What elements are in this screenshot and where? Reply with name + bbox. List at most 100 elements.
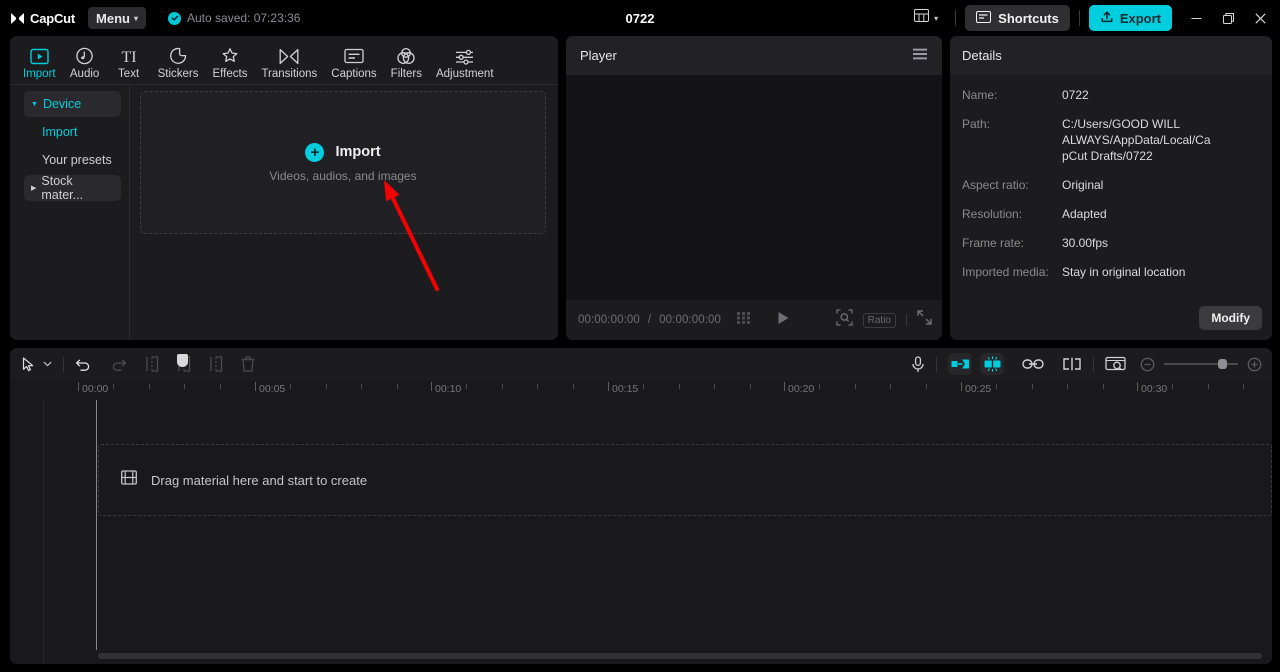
tab-import[interactable]: Import	[16, 43, 63, 84]
details-row-imported-media: Imported media: Stay in original locatio…	[962, 264, 1260, 280]
details-value: Adapted	[1062, 206, 1107, 222]
sidebar-item-import[interactable]: Import	[24, 119, 121, 145]
sidebar-item-stock-materials[interactable]: ▶ Stock mater...	[24, 175, 121, 201]
timeline-toolbar-right	[911, 353, 1262, 375]
play-button[interactable]	[777, 311, 790, 330]
chevron-down-icon: ▾	[134, 15, 138, 23]
link-icon[interactable]	[1022, 358, 1044, 370]
menu-button-label: Menu	[96, 11, 130, 26]
shortcuts-label: Shortcuts	[998, 11, 1059, 26]
details-row-path: Path: C:/Users/GOOD WILL ALWAYS/AppData/…	[962, 116, 1260, 164]
tab-transitions-label: Transitions	[261, 68, 317, 80]
captions-icon	[344, 46, 364, 66]
text-ti-icon: TI	[118, 46, 140, 66]
caret-right-icon: ▶	[31, 185, 36, 192]
hamburger-menu-icon[interactable]	[912, 47, 928, 65]
speed-ramp-icon[interactable]	[948, 353, 972, 375]
auto-snap-icon[interactable]	[980, 353, 1004, 375]
svg-text:TI: TI	[121, 49, 136, 65]
details-value: Stay in original location	[1062, 264, 1185, 280]
sidebar-item-your-presets-label: Your presets	[42, 153, 112, 167]
frame-step-icon[interactable]	[737, 311, 757, 329]
tab-effects[interactable]: Effects	[206, 43, 255, 84]
tab-captions[interactable]: Captions	[324, 43, 383, 84]
upper-workspace: Import Audio TI	[0, 36, 1280, 342]
filters-circles-icon	[396, 46, 416, 66]
tab-audio[interactable]: Audio	[63, 43, 107, 84]
ruler-minor-tick	[750, 384, 751, 389]
zoom-in-icon[interactable]	[1247, 357, 1262, 372]
maximize-button[interactable]	[1212, 3, 1244, 33]
player-total-time: 00:00:00:00	[659, 314, 721, 326]
minimize-button[interactable]	[1180, 3, 1212, 33]
panel-tabs: Import Audio TI	[10, 36, 558, 84]
preview-thumbnail-icon[interactable]	[1105, 356, 1126, 372]
tab-transitions[interactable]: Transitions	[254, 43, 324, 84]
ruler-minor-tick	[326, 384, 327, 389]
microphone-icon[interactable]	[911, 356, 925, 373]
tab-stickers[interactable]: Stickers	[151, 43, 206, 84]
player-canvas[interactable]	[566, 75, 942, 300]
ruler-minor-tick	[1103, 384, 1104, 389]
ruler-minor-tick	[819, 384, 820, 389]
menu-button[interactable]: Menu ▾	[88, 7, 146, 29]
undo-icon[interactable]	[75, 357, 92, 372]
timeline-horizontal-scrollbar[interactable]	[98, 653, 1262, 659]
timeline-tracks[interactable]: Drag material here and start to create	[10, 400, 1272, 664]
trim-right-icon	[209, 356, 223, 372]
import-dropzone[interactable]: + Import Videos, audios, and images	[140, 91, 546, 234]
zoom-preview-icon[interactable]	[836, 309, 853, 331]
layout-button[interactable]: ▾	[906, 5, 946, 31]
ruler-label: 00:15	[612, 383, 638, 395]
zoom-slider-handle[interactable]	[1218, 359, 1227, 369]
select-cursor-icon[interactable]	[22, 357, 35, 372]
ruler-minor-tick	[184, 384, 185, 389]
details-row-name: Name: 0722	[962, 87, 1260, 103]
ruler-major-tick	[431, 382, 432, 391]
ruler-minor-tick	[537, 384, 538, 389]
check-circle-icon	[168, 12, 181, 25]
ruler-major-tick	[255, 382, 256, 391]
import-dropzone-subtitle: Videos, audios, and images	[269, 169, 416, 183]
ruler-minor-tick	[502, 384, 503, 389]
mirror-split-icon[interactable]	[1062, 357, 1082, 371]
tab-captions-label: Captions	[331, 68, 376, 80]
player-time-separator: /	[648, 314, 651, 326]
player-title: Player	[580, 48, 617, 63]
sidebar-item-stock-materials-label: Stock mater...	[41, 174, 114, 202]
shortcuts-button[interactable]: Shortcuts	[965, 5, 1070, 31]
tab-stickers-label: Stickers	[158, 68, 199, 80]
tab-text[interactable]: TI Text	[107, 43, 151, 84]
ratio-button[interactable]: Ratio	[863, 313, 896, 328]
zoom-out-icon[interactable]	[1140, 357, 1155, 372]
window-controls	[1180, 3, 1276, 33]
sidebar-item-your-presets[interactable]: Your presets	[24, 147, 121, 173]
ruler-label: 00:20	[788, 383, 814, 395]
ruler-minor-tick	[1208, 384, 1209, 389]
tab-adjustment[interactable]: Adjustment	[429, 43, 501, 84]
timeline-ruler[interactable]: 00:0000:0500:1000:1500:2000:2500:30	[10, 380, 1272, 400]
divider	[936, 357, 937, 372]
cursor-dropdown-chevron-icon[interactable]	[43, 361, 52, 367]
close-button[interactable]	[1244, 3, 1276, 33]
tab-filters[interactable]: Filters	[384, 43, 429, 84]
fullscreen-icon[interactable]	[917, 310, 932, 330]
playhead[interactable]	[96, 400, 97, 650]
zoom-slider[interactable]	[1164, 363, 1238, 365]
modify-button[interactable]: Modify	[1199, 306, 1262, 330]
details-value: 30.00fps	[1062, 235, 1108, 251]
ruler-label: 00:05	[259, 383, 285, 395]
titlebar-right-controls: ▾ Shortcuts	[906, 3, 1280, 33]
details-label: Aspect ratio:	[962, 177, 1062, 193]
sidebar-item-device[interactable]: ▼ Device	[24, 91, 121, 117]
playhead-handle[interactable]	[177, 354, 188, 367]
ruler-minor-tick	[855, 384, 856, 389]
tab-import-label: Import	[23, 68, 56, 80]
player-panel: Player 00:00:00:00 / 00:00:00:00	[566, 36, 942, 340]
effects-sparkle-icon	[220, 46, 240, 66]
ruler-minor-tick	[397, 384, 398, 389]
ruler-minor-tick	[714, 384, 715, 389]
player-controls: 00:00:00:00 / 00:00:00:00	[566, 300, 942, 340]
export-button[interactable]: Export	[1089, 5, 1172, 31]
drop-material-track[interactable]: Drag material here and start to create	[98, 444, 1272, 516]
